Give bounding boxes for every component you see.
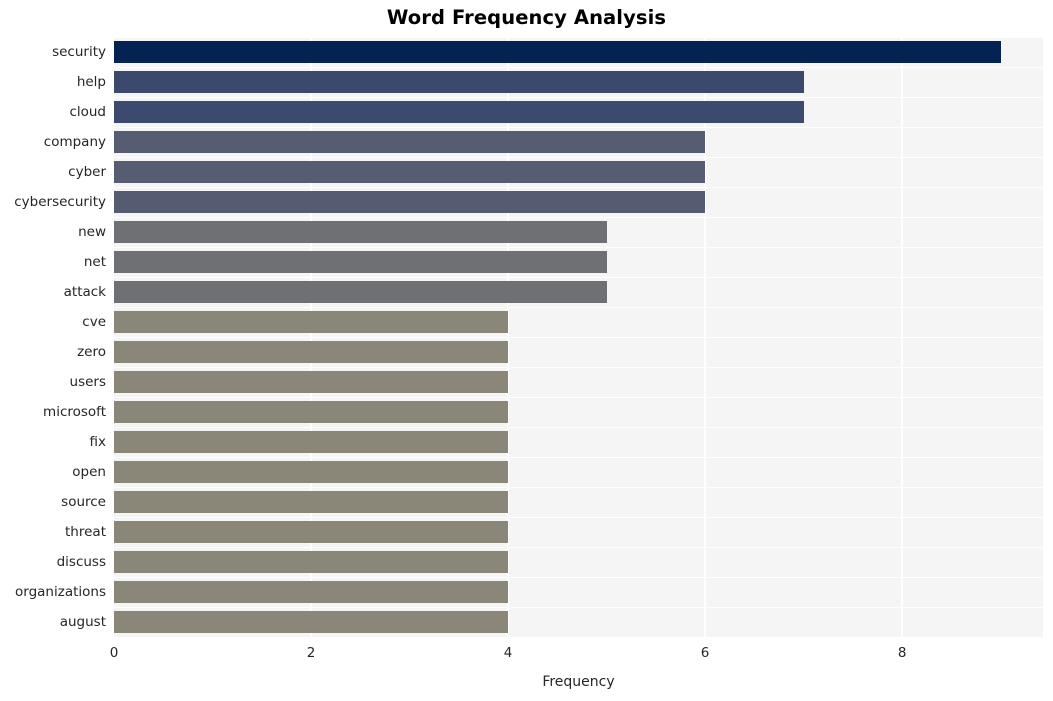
gridline-y (114, 97, 1043, 99)
bar-threat[interactable] (114, 521, 509, 543)
gridline-y (114, 187, 1043, 189)
y-tick-label-threat: threat (65, 524, 106, 540)
bar-row (114, 67, 1043, 97)
gridline-y (114, 37, 1043, 39)
bar-row (114, 487, 1043, 517)
bar-row (114, 577, 1043, 607)
x-tick-label-6: 6 (700, 645, 710, 661)
gridline-y (114, 217, 1043, 219)
gridline-y (114, 307, 1043, 309)
bar-row (114, 427, 1043, 457)
bar-cloud[interactable] (114, 101, 804, 123)
bar-row (114, 457, 1043, 487)
bar-security[interactable] (114, 41, 1001, 63)
y-tick-label-security: security (52, 44, 106, 60)
bar-zero[interactable] (114, 341, 509, 363)
bar-series (114, 37, 1043, 637)
bar-open[interactable] (114, 461, 509, 483)
bar-row (114, 337, 1043, 367)
gridline-y (114, 517, 1043, 519)
y-tick-label-fix: fix (89, 434, 107, 450)
x-tick-label-8: 8 (897, 645, 907, 661)
bar-row (114, 157, 1043, 187)
bar-row (114, 37, 1043, 67)
gridline-y (114, 457, 1043, 459)
gridline-y (114, 577, 1043, 579)
y-tick-label-august: august (59, 614, 106, 630)
chart-figure: Word Frequency Analysis security help clou… (0, 0, 1053, 701)
gridline-y (114, 607, 1043, 609)
y-tick-label-organizations: organizations (15, 584, 106, 600)
bar-cyber[interactable] (114, 161, 706, 183)
bar-organizations[interactable] (114, 581, 509, 603)
bar-row (114, 397, 1043, 427)
bar-row (114, 277, 1043, 307)
bar-attack[interactable] (114, 281, 607, 303)
gridline-y (114, 247, 1043, 249)
bar-row (114, 127, 1043, 157)
gridline-y (114, 157, 1043, 159)
bar-row (114, 307, 1043, 337)
bar-august[interactable] (114, 611, 509, 633)
y-tick-label-users: users (69, 374, 106, 390)
gridline-y (114, 277, 1043, 279)
bar-row (114, 217, 1043, 247)
bar-company[interactable] (114, 131, 706, 153)
gridline-y (114, 397, 1043, 399)
bar-microsoft[interactable] (114, 401, 509, 423)
bar-discuss[interactable] (114, 551, 509, 573)
y-axis-tick-labels: security help cloud company cyber cybersecuri… (0, 37, 106, 637)
x-tick-label-2: 2 (306, 645, 316, 661)
gridline-y (114, 547, 1043, 549)
bar-fix[interactable] (114, 431, 509, 453)
y-tick-label-cybersecurity: cybersecurity (14, 194, 106, 210)
gridline-y (114, 127, 1043, 129)
y-tick-label-company: company (43, 134, 106, 150)
y-tick-label-source: source (61, 494, 106, 510)
y-tick-label-cloud: cloud (69, 104, 106, 120)
bar-users[interactable] (114, 371, 509, 393)
x-axis-tick-labels: 0 2 4 6 8 (0, 645, 1053, 665)
x-axis-label: Frequency (542, 674, 615, 690)
gridline-y (114, 67, 1043, 69)
x-tick-label-0: 0 (109, 645, 119, 661)
gridline-y (114, 487, 1043, 489)
bar-row (114, 97, 1043, 127)
gridline-y (114, 427, 1043, 429)
bar-row (114, 187, 1043, 217)
bar-row (114, 247, 1043, 277)
bar-cybersecurity[interactable] (114, 191, 706, 213)
x-tick-label-4: 4 (503, 645, 513, 661)
bar-row (114, 517, 1043, 547)
y-tick-label-cyber: cyber (68, 164, 106, 180)
plot-area (114, 37, 1043, 637)
y-tick-label-zero: zero (77, 344, 106, 360)
bar-row (114, 367, 1043, 397)
gridline-y (114, 337, 1043, 339)
y-tick-label-help: help (76, 74, 106, 90)
bar-new[interactable] (114, 221, 607, 243)
y-tick-label-new: new (78, 224, 106, 240)
y-tick-label-net: net (83, 254, 106, 270)
gridline-y (114, 367, 1043, 369)
y-tick-label-open: open (72, 464, 106, 480)
y-tick-label-cve: cve (82, 314, 106, 330)
y-tick-label-microsoft: microsoft (43, 404, 106, 420)
bar-row (114, 607, 1043, 637)
bar-source[interactable] (114, 491, 509, 513)
bar-cve[interactable] (114, 311, 509, 333)
y-tick-label-discuss: discuss (56, 554, 106, 570)
bar-help[interactable] (114, 71, 804, 93)
bar-net[interactable] (114, 251, 607, 273)
y-tick-label-attack: attack (63, 284, 106, 300)
bar-row (114, 547, 1043, 577)
chart-title: Word Frequency Analysis (386, 6, 667, 29)
